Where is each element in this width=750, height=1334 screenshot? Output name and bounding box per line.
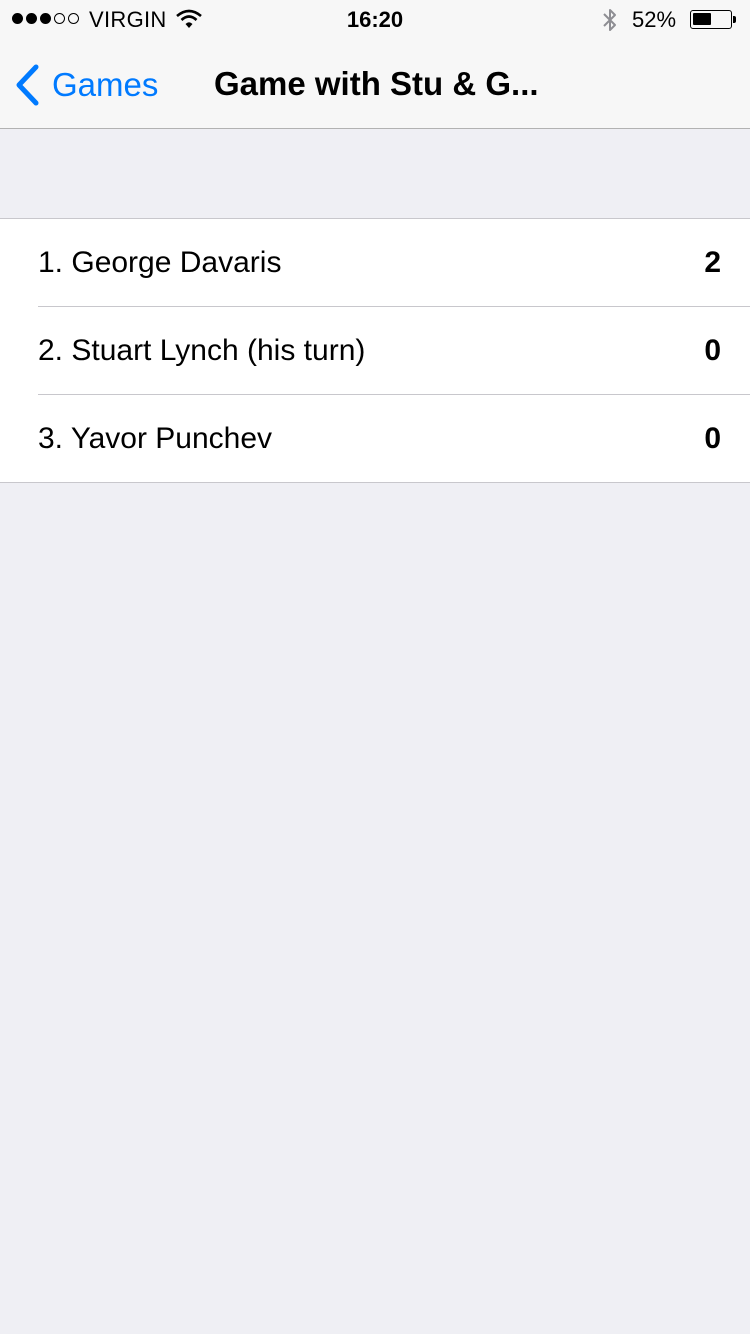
table-row[interactable]: 3. Yavor Punchev 0: [0, 394, 750, 482]
page-title: Game with Stu & G...: [214, 65, 539, 102]
player-name: 2. Stuart Lynch (his turn): [38, 334, 366, 367]
status-bar: VIRGIN 16:20 52%: [0, 0, 750, 40]
player-name: 3. Yavor Punchev: [38, 422, 273, 455]
player-score: 0: [704, 422, 721, 455]
chevron-left-icon: [16, 64, 39, 106]
back-button[interactable]: Games: [14, 60, 158, 110]
battery-percentage: 52%: [632, 7, 677, 32]
player-name: 1. George Davaris: [38, 246, 282, 279]
battery-level-fill: [693, 13, 711, 25]
player-score: 0: [704, 334, 721, 367]
players-table: 1. George Davaris 2 2. Stuart Lynch (his…: [0, 218, 750, 483]
bluetooth-icon: [600, 7, 620, 39]
player-score: 2: [704, 246, 721, 279]
battery-tip: [733, 16, 736, 23]
table-row[interactable]: 1. George Davaris 2: [0, 219, 750, 306]
battery-icon: [690, 10, 732, 29]
back-button-label: Games: [52, 66, 159, 103]
top-bar: VIRGIN 16:20 52% Games Game with Stu & G…: [0, 0, 750, 129]
table-row[interactable]: 2. Stuart Lynch (his turn) 0: [0, 306, 750, 394]
